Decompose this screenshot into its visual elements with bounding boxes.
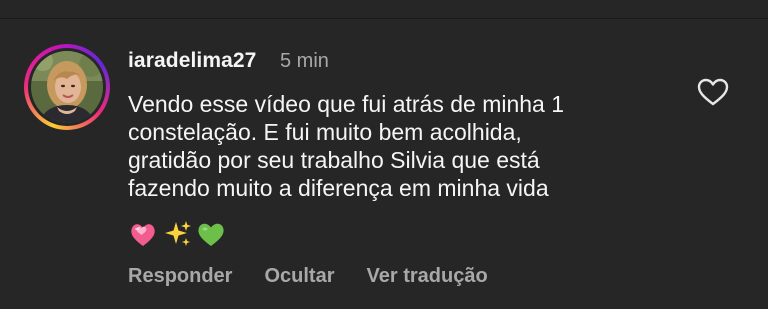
sparkles-emoji [162, 219, 192, 249]
comment-username[interactable]: iaradelima27 [128, 49, 256, 73]
hide-button[interactable]: Ocultar [264, 265, 334, 288]
comment-actions: Responder Ocultar Ver tradução [128, 265, 488, 288]
avatar[interactable] [31, 51, 103, 123]
comment-timestamp: 5 min [280, 50, 329, 72]
comment-text-line: fazendo muito a diferença em minha vida [128, 175, 549, 201]
comment-text-line: Vendo esse vídeo que fui atrás de minha … [128, 91, 565, 117]
see-translation-button[interactable]: Ver tradução [367, 265, 488, 288]
comment-text-line: constelação. E fui muito bem acolhida, [128, 119, 522, 145]
green-heart-emoji [196, 219, 226, 249]
comment-text-line: gratidão por seu trabalho Silvia que est… [128, 147, 540, 173]
comment-item: iaradelima27 5 min Vendo esse vídeo que … [0, 0, 768, 309]
avatar-story-ring[interactable] [24, 44, 110, 130]
avatar-image [31, 51, 103, 123]
heart-outline-icon[interactable] [697, 78, 729, 106]
comment-emoji-row [128, 218, 226, 250]
reply-button[interactable]: Responder [128, 265, 232, 288]
avatar-ring-gap [28, 48, 106, 126]
comment-text: Vendo esse vídeo que fui atrás de minha … [128, 90, 688, 202]
revolving-hearts-emoji [128, 219, 158, 249]
